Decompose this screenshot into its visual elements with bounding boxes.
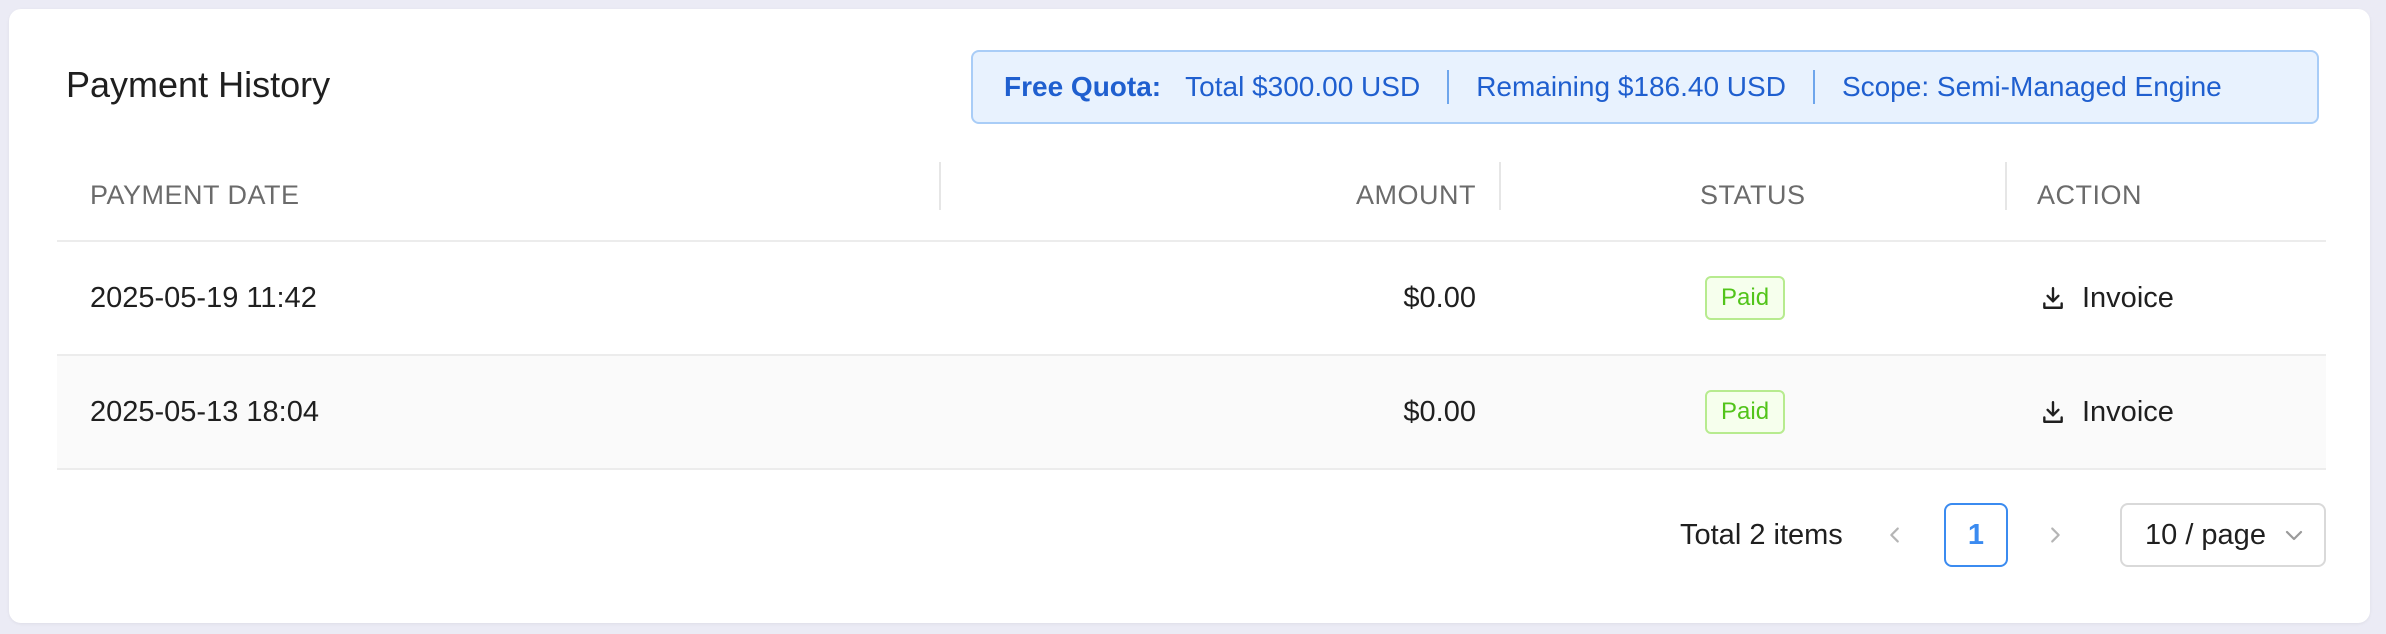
download-icon — [2043, 287, 2063, 309]
payment-date-cell: 2025-05-13 18:04 — [90, 395, 319, 428]
free-quota-banner: Free Quota: Total $300.00 USD Remaining … — [971, 50, 2319, 124]
status-badge: Paid — [1705, 390, 1786, 434]
chevron-left-icon — [1890, 527, 1899, 543]
chevron-right-icon — [2051, 527, 2060, 543]
status-cell: Paid — [1705, 356, 1786, 468]
page-title: Payment History — [66, 64, 331, 105]
action-cell: Invoice — [2040, 242, 2174, 354]
pagination: Total 2 items 1 10 / page — [0, 503, 2386, 567]
payment-table: PAYMENT DATE AMOUNT STATUS ACTION 2025-0… — [57, 148, 2326, 470]
chevron-down-icon — [2285, 530, 2303, 541]
invoice-download-link[interactable]: Invoice — [2040, 396, 2174, 429]
header-action: ACTION — [2037, 179, 2143, 210]
status-badge: Paid — [1705, 276, 1786, 320]
table-header: PAYMENT DATE AMOUNT STATUS ACTION — [57, 148, 2326, 242]
column-divider — [939, 162, 941, 210]
prev-page-button[interactable] — [1875, 503, 1915, 567]
header-payment-date: PAYMENT DATE — [90, 179, 300, 210]
table-row: 2025-05-19 11:42 $0.00 Paid Invoice — [57, 242, 2326, 356]
status-cell: Paid — [1705, 242, 1786, 354]
total-items: Total 2 items — [1680, 518, 1843, 551]
page-size-value: 10 / page — [2145, 518, 2266, 551]
invoice-label: Invoice — [2082, 395, 2174, 428]
column-divider — [2005, 162, 2007, 210]
column-divider — [1499, 162, 1501, 210]
amount-cell: $0.00 — [1403, 281, 1476, 314]
payment-date-cell: 2025-05-19 11:42 — [90, 281, 317, 314]
page-size-select[interactable]: 10 / page — [2120, 503, 2326, 567]
next-page-button[interactable] — [2035, 503, 2075, 567]
quota-remaining: Remaining $186.40 USD — [1476, 71, 1786, 102]
header-status: STATUS — [1700, 179, 1806, 210]
action-cell: Invoice — [2040, 356, 2174, 468]
quota-total: Total $300.00 USD — [1185, 71, 1421, 102]
invoice-download-link[interactable]: Invoice — [2040, 282, 2174, 315]
table-row: 2025-05-13 18:04 $0.00 Paid Invoice — [57, 356, 2326, 470]
quota-label: Free Quota: — [1004, 71, 1162, 102]
amount-cell: $0.00 — [1403, 395, 1476, 428]
invoice-label: Invoice — [2082, 281, 2174, 314]
header-amount: AMOUNT — [1356, 179, 1476, 210]
quota-divider — [1812, 70, 1815, 104]
quota-divider — [1447, 70, 1450, 104]
quota-scope: Scope: Semi-Managed Engine — [1841, 71, 2222, 102]
page-1-button[interactable]: 1 — [1944, 503, 2008, 567]
download-icon — [2043, 401, 2063, 423]
